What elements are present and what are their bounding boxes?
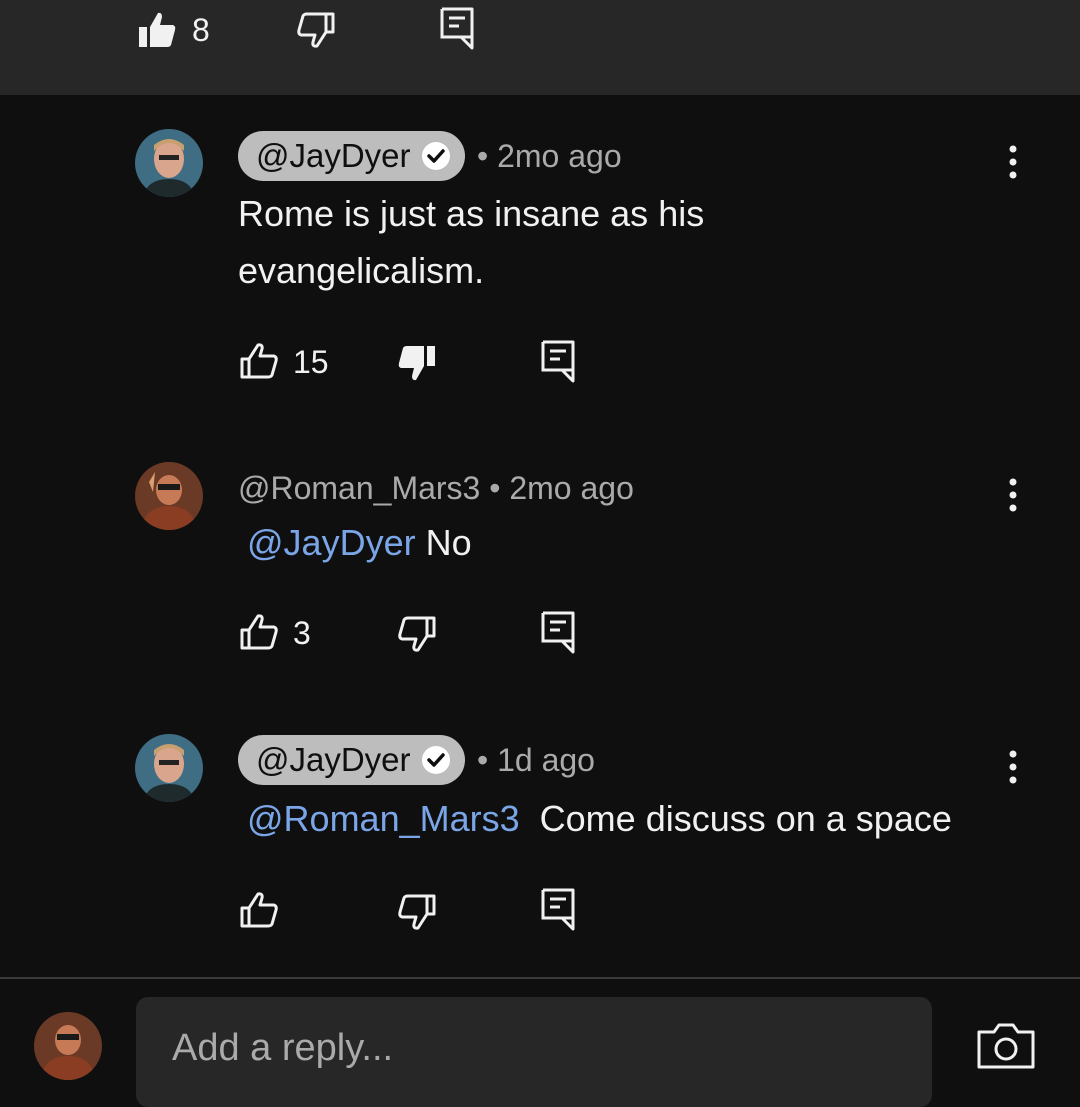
divider — [0, 977, 1080, 979]
reply-input[interactable] — [172, 1027, 872, 1070]
like-icon — [240, 892, 278, 928]
dislike-button[interactable] — [397, 614, 437, 654]
verified-icon — [421, 142, 450, 170]
author-name: @JayDyer — [256, 741, 411, 778]
like-button[interactable] — [239, 612, 279, 652]
verified-icon — [421, 746, 450, 774]
camera-button[interactable] — [976, 1022, 1036, 1070]
avatar[interactable] — [135, 734, 203, 802]
separator: • — [477, 742, 489, 778]
comment-text: Rome is just as insane as his evangelica… — [238, 193, 705, 291]
timestamp: 2mo ago — [497, 138, 622, 174]
author-chip[interactable]: @JayDyer — [238, 735, 465, 785]
comment-meta: @Roman_Mars3 • 2mo ago — [238, 472, 634, 504]
dislike-filled-icon — [398, 346, 435, 381]
reply-icon — [541, 611, 575, 654]
comment-meta: • 1d ago — [477, 744, 595, 776]
comment-text: @JayDyer No — [247, 514, 472, 571]
mention-link[interactable]: @Roman_Mars3 — [247, 798, 520, 839]
camera-icon — [977, 1023, 1035, 1069]
reply-button[interactable] — [540, 887, 576, 931]
author-name: @JayDyer — [256, 137, 411, 174]
author-chip[interactable]: @JayDyer — [238, 131, 465, 181]
timestamp: 2mo ago — [509, 470, 634, 506]
avatar[interactable] — [135, 129, 203, 197]
dislike-button[interactable] — [397, 343, 437, 383]
comment-body: Come discuss on a space — [539, 798, 952, 839]
user-avatar[interactable] — [34, 1012, 102, 1080]
like-button[interactable] — [239, 341, 279, 381]
more-button[interactable] — [1003, 748, 1023, 788]
like-count: 15 — [293, 344, 329, 380]
timestamp: 1d ago — [497, 742, 595, 778]
dislike-icon — [398, 894, 436, 930]
more-icon — [1009, 750, 1017, 784]
reply-button[interactable] — [439, 6, 475, 50]
separator: • — [477, 138, 489, 174]
avatar[interactable] — [135, 462, 203, 530]
like-filled-icon — [139, 12, 176, 48]
comment-body: No — [425, 522, 472, 563]
like-button[interactable] — [239, 890, 279, 930]
like-count: 8 — [192, 12, 210, 48]
dislike-button[interactable] — [397, 892, 437, 932]
reply-icon — [440, 7, 474, 50]
dislike-icon — [297, 12, 335, 48]
more-icon — [1009, 145, 1017, 179]
like-count: 3 — [293, 615, 311, 651]
dislike-button[interactable] — [296, 10, 336, 50]
comment-meta: • 2mo ago — [477, 140, 622, 172]
like-icon — [240, 614, 278, 650]
parent-comment-actions: 8 — [0, 0, 1080, 95]
more-button[interactable] — [1003, 476, 1023, 516]
mention-link[interactable]: @JayDyer — [247, 522, 416, 563]
comment-text: @Roman_Mars3 Come discuss on a space — [247, 790, 952, 847]
separator: • — [489, 470, 501, 506]
reply-input-container[interactable] — [136, 997, 932, 1107]
reply-button[interactable] — [540, 339, 576, 383]
dislike-icon — [398, 616, 436, 652]
reply-icon — [541, 340, 575, 383]
like-button[interactable] — [137, 10, 177, 50]
reply-icon — [541, 888, 575, 931]
author-name[interactable]: @Roman_Mars3 — [238, 470, 480, 506]
more-button[interactable] — [1003, 143, 1023, 183]
reply-button[interactable] — [540, 610, 576, 654]
like-icon — [240, 343, 278, 379]
more-icon — [1009, 478, 1017, 512]
